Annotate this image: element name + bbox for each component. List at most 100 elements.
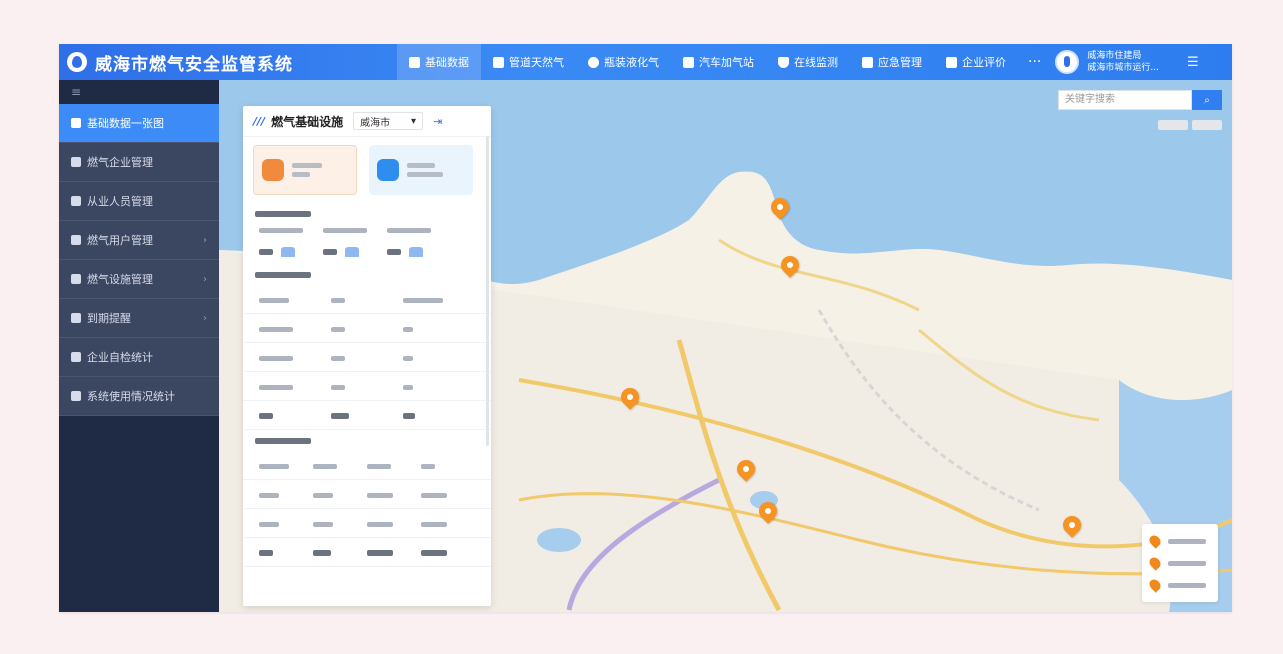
marker-pin-icon	[1147, 533, 1163, 549]
table-row	[243, 372, 491, 401]
table-row	[243, 480, 491, 509]
app-title: 威海市燃气安全监管系统	[95, 54, 293, 75]
map-layer-toggle[interactable]	[1158, 120, 1188, 130]
table-row	[243, 314, 491, 343]
search-input[interactable]: 关键字搜索	[1058, 90, 1192, 110]
title-accent-icon: ///	[253, 114, 266, 128]
nav-label: 汽车加气站	[699, 56, 754, 69]
home-icon	[71, 274, 81, 284]
sidebar-item-label: 基础数据一张图	[87, 117, 164, 130]
gas-bottle-icon	[588, 56, 599, 68]
nav-label: 管道天然气	[509, 56, 564, 69]
nav-basic-data[interactable]: 基础数据	[397, 44, 481, 80]
chevron-right-icon: ›	[203, 312, 207, 324]
map-legend	[1142, 524, 1218, 602]
table-row	[243, 451, 491, 480]
nav-label: 基础数据	[425, 56, 469, 69]
nav-gas-station[interactable]: 汽车加气站	[671, 44, 766, 80]
gas-station-icon	[409, 246, 423, 257]
panel-scrollbar[interactable]	[486, 136, 489, 446]
marker-pin-icon	[1147, 577, 1163, 593]
clock-icon	[71, 313, 81, 323]
gas-bottle-icon	[345, 246, 359, 257]
sidebar-item-label: 到期提醒	[87, 312, 131, 325]
nav-enterprise-evaluation[interactable]: 企业评价	[934, 44, 1018, 80]
table-row	[243, 285, 491, 314]
avatar[interactable]	[1055, 50, 1080, 74]
user-group-icon	[71, 196, 81, 206]
city-select-value: 威海市	[360, 117, 391, 129]
nav-label: 瓶装液化气	[604, 56, 659, 69]
sidebar-item-basic-map[interactable]: 基础数据一张图	[59, 104, 219, 143]
legend-item	[1147, 574, 1210, 596]
sidebar-item-label: 燃气设施管理	[87, 273, 153, 286]
nav-pipeline-gas[interactable]: 管道天然气	[481, 44, 576, 80]
user-dept: 威海市城市运行...	[1087, 63, 1159, 73]
city-select[interactable]: 威海市 ▾	[353, 112, 424, 130]
users-icon	[71, 235, 81, 245]
more-menu-button[interactable]: ···	[1018, 54, 1051, 70]
database-icon	[409, 56, 420, 68]
summary-card-users	[369, 145, 473, 195]
sidebar-item-expiry-reminder[interactable]: 到期提醒 ›	[59, 299, 219, 338]
marker-pin-icon	[1147, 555, 1163, 571]
sidebar-item-label: 系统使用情况统计	[87, 390, 175, 403]
panel-title: 燃气基础设施	[271, 114, 344, 129]
person-icon	[71, 118, 81, 128]
chevron-right-icon: ›	[203, 234, 207, 246]
sidebar-item-usage-stats[interactable]: 系统使用情况统计	[59, 377, 219, 416]
top-navigation-bar: 威海市燃气安全监管系统 基础数据 管道天然气 瓶装液化气 汽车加气站 在线监测	[59, 44, 1232, 80]
brand: 威海市燃气安全监管系统	[59, 50, 397, 75]
legend-item	[1147, 552, 1210, 574]
user-info[interactable]: 威海市住建局 威海市城市运行...	[1055, 50, 1159, 74]
panel-header: /// 燃气基础设施 威海市 ▾ ⇥	[243, 106, 491, 137]
table-row	[243, 509, 491, 538]
nav-bottled-lpg[interactable]: 瓶装液化气	[576, 44, 671, 80]
sidebar-item-label: 燃气用户管理	[87, 234, 153, 247]
facility-panel: /// 燃气基础设施 威海市 ▾ ⇥	[243, 106, 491, 606]
sidebar-collapse-icon[interactable]: ≡	[59, 80, 219, 104]
user-text: 威海市住建局 威海市城市运行...	[1087, 50, 1159, 74]
building-icon	[71, 352, 81, 362]
map-layer-toggle[interactable]	[1192, 120, 1222, 130]
nav-label: 应急管理	[878, 56, 922, 69]
user-org: 威海市住建局	[1087, 51, 1142, 61]
caret-down-icon: ▾	[411, 115, 417, 127]
legend-item	[1147, 530, 1210, 552]
table-row	[243, 401, 491, 430]
nav-online-monitoring[interactable]: 在线监测	[766, 44, 850, 80]
user-icon	[377, 159, 399, 181]
building-icon	[71, 157, 81, 167]
table-row	[243, 538, 491, 567]
nav-label: 在线监测	[794, 56, 838, 69]
app-window: 威海市燃气安全监管系统 基础数据 管道天然气 瓶装液化气 汽车加气站 在线监测	[59, 44, 1232, 612]
sidebar-item-gas-users[interactable]: 燃气用户管理 ›	[59, 221, 219, 260]
summary-cards	[243, 137, 491, 203]
alert-box-icon	[862, 56, 873, 68]
pipeline-icon	[493, 56, 504, 68]
enterprise-icon	[262, 159, 284, 181]
hamburger-menu-icon[interactable]: ☰	[1187, 55, 1199, 70]
sidebar-item-label: 燃气企业管理	[87, 156, 153, 169]
search-button[interactable]: ⌕	[1192, 90, 1222, 110]
map-search: 关键字搜索 ⌕	[1058, 90, 1222, 110]
document-check-icon	[946, 56, 957, 68]
pipeline-icon	[281, 246, 295, 257]
truck-icon	[683, 56, 694, 68]
shield-icon	[778, 56, 789, 68]
main-nav: 基础数据 管道天然气 瓶装液化气 汽车加气站 在线监测 应急管理 企业评价 ··…	[397, 44, 1051, 80]
nav-label: 企业评价	[962, 56, 1006, 69]
chevron-right-icon: ›	[203, 273, 207, 285]
sidebar-item-facilities[interactable]: 燃气设施管理 ›	[59, 260, 219, 299]
section-title	[243, 264, 491, 285]
sidebar-item-staff[interactable]: 从业人员管理	[59, 182, 219, 221]
section-title	[243, 430, 491, 451]
sidebar-item-label: 从业人员管理	[87, 195, 153, 208]
sidebar-item-self-inspection[interactable]: 企业自检统计	[59, 338, 219, 377]
sidebar-item-enterprise[interactable]: 燃气企业管理	[59, 143, 219, 182]
collapse-panel-icon[interactable]: ⇥	[433, 115, 442, 128]
nav-emergency[interactable]: 应急管理	[850, 44, 934, 80]
enterprise-type-stats	[243, 224, 491, 264]
search-icon: ⌕	[1204, 94, 1210, 106]
map-layer-switch	[1158, 120, 1222, 130]
